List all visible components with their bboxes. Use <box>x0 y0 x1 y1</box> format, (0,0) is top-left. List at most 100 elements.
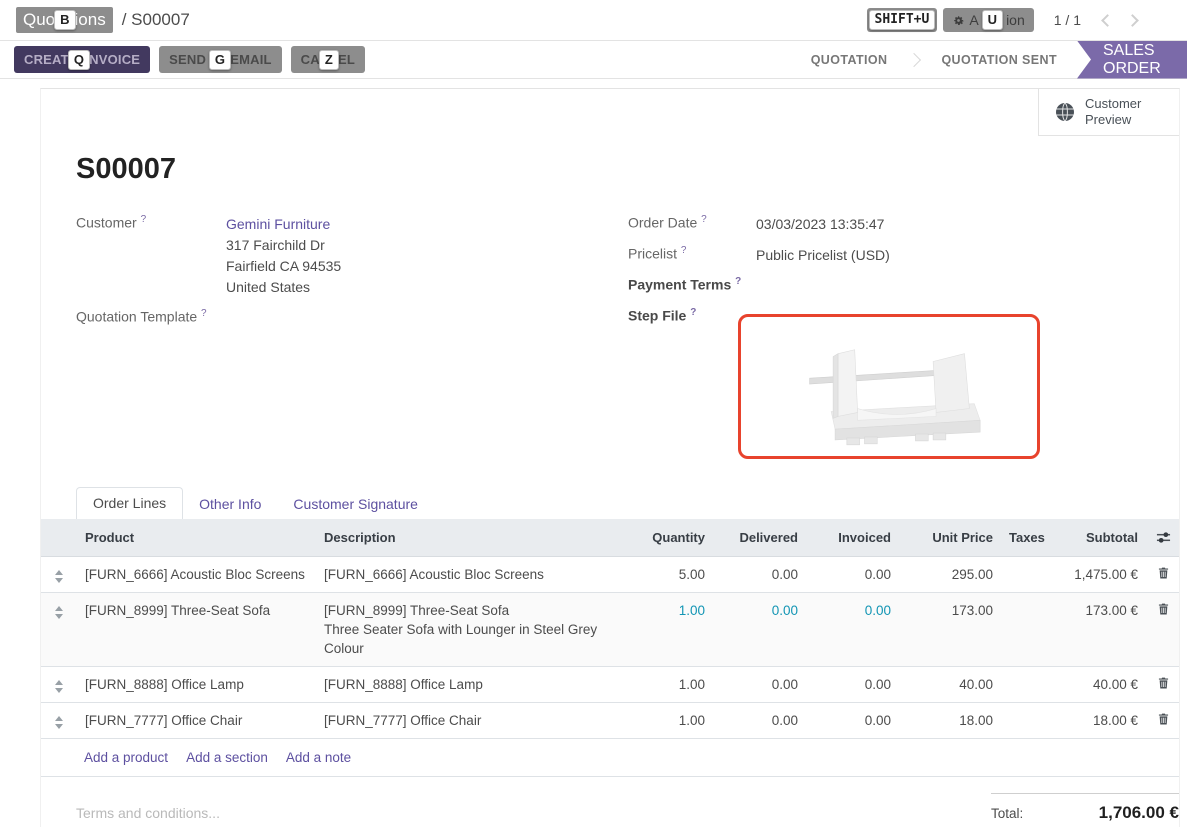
table-row[interactable]: [FURN_7777] Office Chair [FURN_7777] Off… <box>41 703 1179 739</box>
row-taxes[interactable] <box>1001 667 1047 683</box>
col-header-product[interactable]: Product <box>77 519 316 556</box>
help-icon: ? <box>690 307 696 318</box>
customer-preview-label: CustomerPreview <box>1085 96 1141 128</box>
row-quantity[interactable]: 5.00 <box>621 557 713 592</box>
trash-icon <box>1158 677 1169 689</box>
row-invoiced[interactable]: 0.00 <box>806 557 899 592</box>
stage-quotation-sent[interactable]: QUOTATION SENT <box>921 53 1077 67</box>
order-date-field-row: Order Date ? 03/03/2023 13:35:47 <box>628 214 1144 235</box>
som-hint-shift-u: SHIFT+U <box>869 10 936 30</box>
row-product[interactable]: [FURN_8999] Three-Seat Sofa <box>77 593 316 628</box>
row-description[interactable]: [FURN_8999] Three-Seat Sofa Three Seater… <box>316 593 621 666</box>
table-row[interactable]: [FURN_6666] Acoustic Bloc Screens [FURN_… <box>41 557 1179 593</box>
add-section-link[interactable]: Add a section <box>186 750 268 765</box>
row-taxes[interactable] <box>1001 557 1047 573</box>
row-unit-price[interactable]: 40.00 <box>899 667 1001 702</box>
row-invoiced[interactable]: 0.00 <box>806 703 899 738</box>
som-hint-g: G <box>209 50 231 70</box>
cancel-text-after: EL <box>338 52 355 67</box>
cancel-text-before: CA <box>301 52 320 67</box>
col-header-unit-price[interactable]: Unit Price <box>899 519 1001 556</box>
stage-quotation[interactable]: QUOTATION <box>791 53 908 67</box>
row-unit-price[interactable]: 295.00 <box>899 557 1001 592</box>
drag-handle-icon[interactable] <box>55 570 63 583</box>
row-description[interactable]: [FURN_8888] Office Lamp <box>316 667 621 702</box>
help-icon: ? <box>201 308 207 319</box>
tab-customer-signature[interactable]: Customer Signature <box>277 489 434 519</box>
order-date-value[interactable]: 03/03/2023 13:35:47 <box>756 214 884 235</box>
col-header-delivered[interactable]: Delivered <box>713 519 806 556</box>
drag-handle-icon[interactable] <box>55 606 63 619</box>
row-unit-price[interactable]: 18.00 <box>899 703 1001 738</box>
breadcrumb-quotations-link[interactable]: QuoBions <box>16 7 113 33</box>
drag-handle-icon[interactable] <box>55 716 63 729</box>
add-note-link[interactable]: Add a note <box>286 750 351 765</box>
status-bar: CREATQNVOICE SEND GEMAIL CAZEL QUOTATION… <box>0 41 1187 79</box>
row-quantity[interactable]: 1.00 <box>621 703 713 738</box>
trash-icon <box>1158 603 1169 615</box>
table-row[interactable]: [FURN_8888] Office Lamp [FURN_8888] Offi… <box>41 667 1179 703</box>
send-email-button[interactable]: SEND GEMAIL <box>159 46 282 73</box>
col-header-description[interactable]: Description <box>316 519 621 556</box>
order-date-label: Order Date ? <box>628 214 756 235</box>
breadcrumb-parent-text2: ions <box>75 10 106 30</box>
row-quantity[interactable]: 1.00 <box>621 667 713 702</box>
delete-row-button[interactable] <box>1146 667 1181 689</box>
order-lines-table: Product Description Quantity Delivered I… <box>41 519 1179 823</box>
som-hint-u: U <box>982 10 1003 30</box>
globe-icon <box>1055 102 1075 122</box>
delete-row-button[interactable] <box>1146 703 1181 725</box>
row-description[interactable]: [FURN_6666] Acoustic Bloc Screens <box>316 557 621 592</box>
delete-row-button[interactable] <box>1146 593 1181 615</box>
stage-pipeline: QUOTATION QUOTATION SENT SALES ORDER <box>791 41 1187 78</box>
col-header-taxes[interactable]: Taxes <box>1001 519 1047 556</box>
customer-address-line2: Fairfield CA 94535 <box>226 256 341 277</box>
row-quantity[interactable]: 1.00 <box>621 593 713 628</box>
optional-columns-button[interactable] <box>1146 531 1181 544</box>
col-header-subtotal[interactable]: Subtotal <box>1047 519 1146 556</box>
row-taxes[interactable] <box>1001 593 1047 609</box>
row-product[interactable]: [FURN_7777] Office Chair <box>77 703 316 738</box>
quotation-template-field-row: Quotation Template ? <box>76 308 581 325</box>
row-unit-price[interactable]: 173.00 <box>899 593 1001 628</box>
row-product[interactable]: [FURN_6666] Acoustic Bloc Screens <box>77 557 316 592</box>
col-header-quantity[interactable]: Quantity <box>621 519 713 556</box>
row-delivered[interactable]: 0.00 <box>713 593 806 628</box>
row-description[interactable]: [FURN_7777] Office Chair <box>316 703 621 738</box>
table-row[interactable]: [FURN_8999] Three-Seat Sofa [FURN_8999] … <box>41 593 1179 667</box>
row-delivered[interactable]: 0.00 <box>713 703 806 738</box>
sliders-icon <box>1156 531 1171 544</box>
total-label: Total: <box>991 806 1023 821</box>
tab-other-info[interactable]: Other Info <box>183 489 277 519</box>
delete-row-button[interactable] <box>1146 557 1181 579</box>
row-taxes[interactable] <box>1001 703 1047 719</box>
tab-order-lines[interactable]: Order Lines <box>76 487 183 519</box>
customer-address-line3: United States <box>226 277 341 298</box>
row-invoiced[interactable]: 0.00 <box>806 667 899 702</box>
help-icon: ? <box>681 245 687 256</box>
trash-icon <box>1158 713 1169 725</box>
action-menu-button[interactable]: AUion <box>943 8 1033 32</box>
terms-placeholder-input[interactable]: Terms and conditions... <box>76 793 220 823</box>
drag-handle-icon[interactable] <box>55 680 63 693</box>
add-product-link[interactable]: Add a product <box>84 750 168 765</box>
pricelist-field-row: Pricelist ? Public Pricelist (USD) <box>628 245 1144 266</box>
row-product[interactable]: [FURN_8888] Office Lamp <box>77 667 316 702</box>
stage-sales-order-active[interactable]: SALES ORDER <box>1077 41 1187 79</box>
row-delivered[interactable]: 0.00 <box>713 557 806 592</box>
customer-link[interactable]: Gemini Furniture <box>226 214 341 235</box>
som-hint-shift-u-wrap: SHIFT+U <box>867 8 938 32</box>
pager-value: 1 / 1 <box>1054 12 1081 28</box>
step-file-preview[interactable] <box>738 314 1040 459</box>
top-bar: QuoBions / S00007 SHIFT+U AUion 1 / 1 C <box>0 0 1187 41</box>
row-delivered[interactable]: 0.00 <box>713 667 806 702</box>
create-invoice-button[interactable]: CREATQNVOICE <box>14 46 150 73</box>
chevron-right-icon <box>907 52 921 66</box>
customer-preview-button[interactable]: CustomerPreview <box>1038 89 1179 136</box>
col-header-invoiced[interactable]: Invoiced <box>806 519 899 556</box>
row-invoiced[interactable]: 0.00 <box>806 593 899 628</box>
pager-next-icon[interactable] <box>1126 14 1139 27</box>
pager-previous-icon[interactable] <box>1101 14 1114 27</box>
cancel-button[interactable]: CAZEL <box>291 46 365 73</box>
pricelist-value[interactable]: Public Pricelist (USD) <box>756 245 890 266</box>
